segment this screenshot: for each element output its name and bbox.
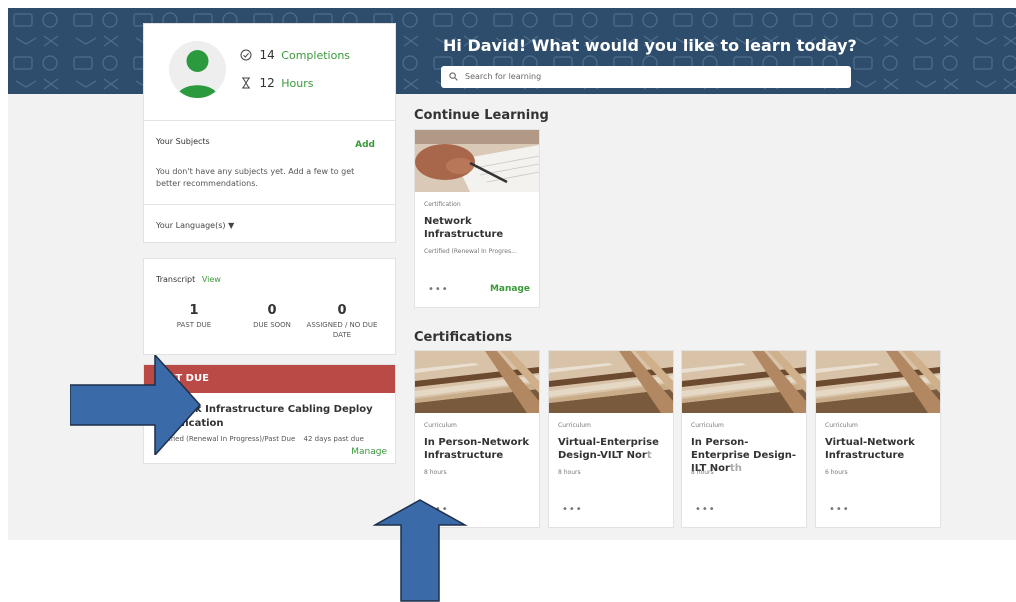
due-soon-stat[interactable]: 0 DUE SOON [232, 303, 312, 330]
course-type: Curriculum [424, 422, 457, 429]
course-thumbnail [549, 351, 673, 413]
course-type: Certification [424, 201, 461, 208]
hours-link[interactable]: Hours [281, 77, 313, 90]
right-arrow-annotation-icon [70, 355, 202, 455]
continue-learning-card[interactable]: Certification Network Infrastructure Cer… [415, 130, 539, 307]
course-name[interactable]: Network Infrastructure [424, 215, 534, 241]
certification-card-4[interactable]: Curriculum Virtual-Network Infrastructur… [816, 351, 940, 527]
past-due-stat[interactable]: 1 PAST DUE [154, 303, 234, 330]
past-due-manage-button[interactable]: Manage [351, 447, 387, 457]
course-name[interactable]: Virtual-Network Infrastructure [825, 436, 935, 462]
course-name[interactable]: Virtual-Enterprise Design-VILT Nort [558, 436, 668, 462]
course-type: Curriculum [691, 422, 724, 429]
course-thumbnail [682, 351, 806, 413]
transcript-card: Transcript View 1 PAST DUE 0 DUE SOON 0 … [144, 259, 395, 354]
assigned-label: ASSIGNED / NO DUE DATE [306, 321, 378, 339]
avatar[interactable] [169, 41, 226, 98]
greeting-text: Hi David! What would you like to learn t… [443, 36, 857, 55]
search-placeholder: Search for learning [465, 72, 542, 81]
course-thumbnail [415, 351, 539, 413]
course-hours: 8 hours [558, 469, 581, 476]
more-options-icon[interactable]: ••• [428, 284, 449, 295]
more-options-icon[interactable]: ••• [695, 504, 716, 515]
course-status: Certified (Renewal In Progres... [424, 248, 517, 255]
transcript-title: Transcript [156, 275, 196, 284]
course-type: Curriculum [558, 422, 591, 429]
writing-hand-image [415, 130, 539, 192]
due-soon-count: 0 [267, 303, 277, 318]
course-hours: 6 hours [825, 469, 848, 476]
books-image [415, 351, 539, 413]
days-past-due: 42 days past due [303, 435, 364, 443]
due-soon-label: DUE SOON [253, 321, 291, 329]
check-circle-icon [240, 49, 252, 61]
assigned-count: 0 [337, 303, 347, 318]
transcript-view-link[interactable]: View [202, 275, 221, 284]
hours-stat: 12 Hours [240, 76, 314, 90]
certification-card-2[interactable]: Curriculum Virtual-Enterprise Design-VIL… [549, 351, 673, 527]
divider [144, 204, 395, 205]
course-hours: 8 hours [424, 469, 447, 476]
subjects-section: Your Subjects Add You don't have any sub… [144, 120, 395, 244]
add-subjects-button[interactable]: Add [355, 140, 375, 150]
assigned-stat[interactable]: 0 ASSIGNED / NO DUE DATE [302, 303, 382, 340]
transcript-header: Transcript View [156, 275, 221, 284]
course-thumbnail [415, 130, 539, 192]
course-name[interactable]: In Person-Network Infrastructure [424, 436, 534, 462]
language-dropdown[interactable]: Your Language(s) ▼ [156, 221, 234, 230]
main-content: 14 Completions 12 Hours Your Subjects Ad… [8, 24, 1016, 540]
completions-count: 14 [259, 48, 275, 62]
hours-count: 12 [259, 76, 275, 90]
completions-stat: 14 Completions [240, 48, 350, 62]
subjects-message: You don't have any subjects yet. Add a f… [156, 167, 355, 188]
language-label: Your Language(s) [156, 221, 226, 230]
course-name-overflow: t [646, 450, 652, 461]
past-due-count: 1 [189, 303, 199, 318]
course-thumbnail [816, 351, 940, 413]
course-name-text: Virtual-Enterprise Design-VILT Nor [558, 437, 659, 461]
hourglass-icon [242, 77, 250, 89]
search-input[interactable]: Search for learning [441, 66, 851, 88]
course-type: Curriculum [825, 422, 858, 429]
books-image [682, 351, 806, 413]
user-avatar-icon [177, 50, 218, 98]
manage-button[interactable]: Manage [490, 284, 530, 294]
course-name-text: Virtual-Network Infrastructure [825, 437, 915, 461]
certification-card-3[interactable]: Curriculum In Person-Enterprise Design-I… [682, 351, 806, 527]
more-options-icon[interactable]: ••• [829, 504, 850, 515]
caret-down-icon: ▼ [228, 221, 235, 230]
course-hours: 8 hours [691, 469, 714, 476]
more-options-icon[interactable]: ••• [562, 504, 583, 515]
course-name-text: In Person-Network Infrastructure [424, 437, 530, 461]
subjects-title: Your Subjects [156, 137, 210, 146]
up-arrow-annotation-icon [373, 499, 468, 602]
continue-learning-title: Continue Learning [414, 108, 549, 123]
certifications-title: Certifications [414, 330, 513, 345]
books-image [549, 351, 673, 413]
books-image [816, 351, 940, 413]
search-icon [449, 72, 458, 81]
completions-link[interactable]: Completions [281, 49, 350, 62]
top-strip [0, 0, 1016, 8]
past-due-label: PAST DUE [176, 321, 212, 329]
